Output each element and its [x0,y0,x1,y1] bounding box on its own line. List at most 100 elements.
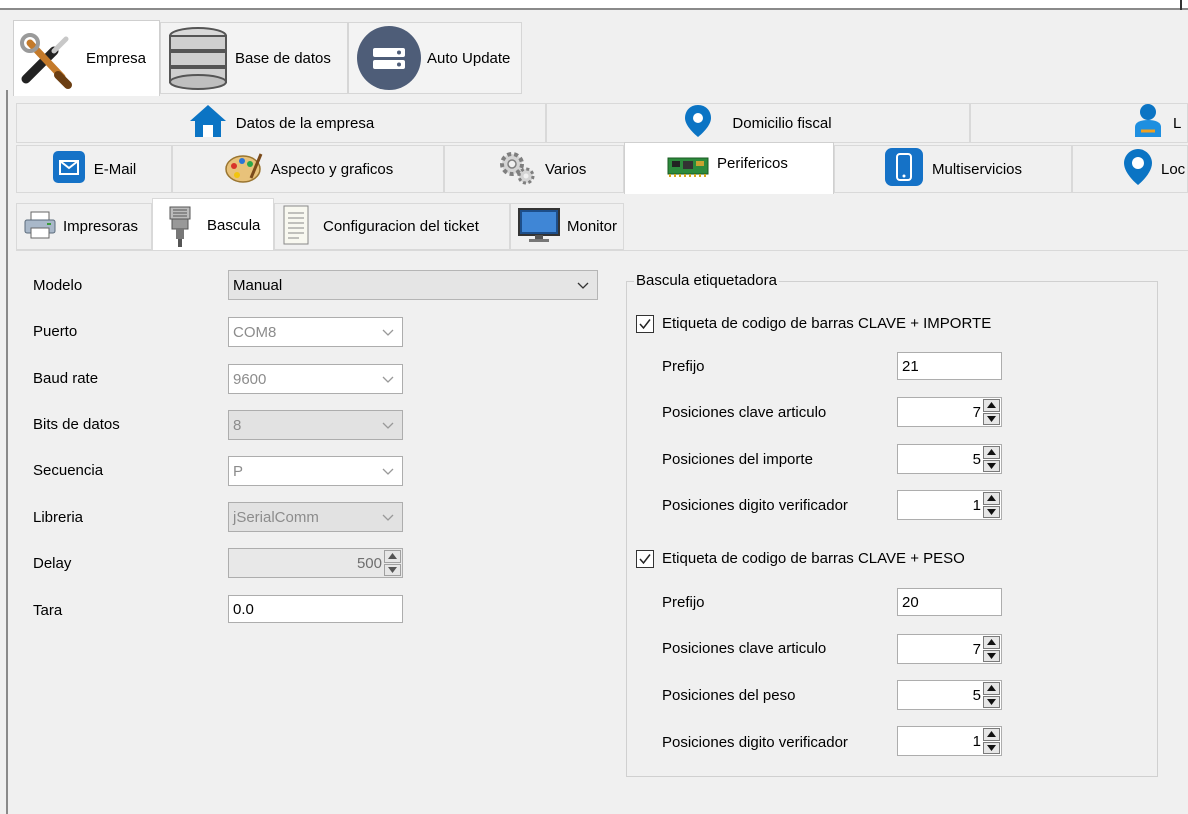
database-icon [167,26,229,90]
tab-base-de-datos[interactable]: Base de datos [160,22,348,94]
secuencia-select[interactable]: P [228,456,403,486]
importe-checkbox[interactable] [636,315,654,333]
tab-label: Impresoras [63,218,139,235]
clave-label: Posiciones clave articulo [662,404,827,421]
spin-up-button[interactable] [983,728,1000,741]
peso-positions-value: 5 [972,686,981,704]
tab-aspecto-y-graficos[interactable]: Aspecto y graficos [172,145,444,193]
puerto-label: Puerto [33,323,78,340]
spin-down-button[interactable] [983,412,1000,425]
verificador-value: 1 [972,732,981,750]
spin-up-button[interactable] [983,682,1000,695]
spin-down-button[interactable] [983,741,1000,754]
bits-de-datos-value: 8 [233,416,242,434]
prefijo-label: Prefijo [662,358,705,375]
modelo-select[interactable]: Manual [228,270,598,300]
delay-value: 500 [356,554,382,572]
spin-up-button[interactable] [983,399,1000,412]
libreria-select[interactable]: jSerialComm [228,502,403,532]
importe-prefijo-input[interactable]: 21 [897,352,1002,380]
check-icon [639,554,651,565]
prefijo-value: 20 [902,593,919,611]
tab-label: E-Mail [93,160,137,178]
tab-label: Base de datos [235,49,331,67]
tab-empresa[interactable]: Empresa [13,20,160,96]
spin-up-button[interactable] [983,492,1000,505]
clave-value: 7 [972,640,981,658]
importe-clave-spinner[interactable]: 7 [897,397,1002,427]
tab-label: Varios [545,160,587,178]
tab-label: Perifericos [717,155,788,172]
importe-positions-value: 5 [972,450,981,468]
tab-varios[interactable]: Varios [444,145,624,193]
tab-l[interactable]: L [970,103,1188,143]
peso-checkbox-label[interactable]: Etiqueta de codigo de barras CLAVE + PES… [662,550,965,567]
peso-prefijo-input[interactable]: 20 [897,588,1002,616]
tab-bascula[interactable]: Bascula [152,198,274,250]
peso-checkbox[interactable] [636,550,654,568]
baud-rate-select[interactable]: 9600 [228,364,403,394]
spin-down-button[interactable] [983,459,1000,472]
chevron-down-icon [577,282,589,289]
tab-auto-update[interactable]: Auto Update [348,22,522,94]
phone-icon [884,147,924,191]
verificador-label: Posiciones digito verificador [662,734,848,751]
peso-clave-spinner[interactable]: 7 [897,634,1002,664]
importe-verificador-spinner[interactable]: 1 [897,490,1002,520]
importe-checkbox-label[interactable]: Etiqueta de codigo de barras CLAVE + IMP… [662,315,991,332]
verificador-label: Posiciones digito verificador [662,497,848,514]
spin-up-button[interactable] [983,446,1000,459]
spin-up-button[interactable] [384,550,401,563]
printer-icon [23,210,57,244]
tab-domicilio-fiscal[interactable]: Domicilio fiscal [546,103,970,143]
mail-icon [52,150,86,188]
puerto-select[interactable]: COM8 [228,317,403,347]
peso-positions-spinner[interactable]: 5 [897,680,1002,710]
secuencia-value: P [233,462,244,480]
prefijo-label: Prefijo [662,594,705,611]
tab-label: Datos de la empresa [235,114,375,132]
tab-configuracion-del-ticket[interactable]: Configuracion del ticket [274,203,510,250]
tab-loc[interactable]: Loc [1072,145,1188,193]
palette-icon [223,148,263,190]
tab-multiservicios[interactable]: Multiservicios [834,145,1072,193]
home-icon [188,103,228,143]
tab-e-mail[interactable]: E-Mail [16,145,172,193]
tab-label: Bascula [207,217,261,234]
spin-down-button[interactable] [384,563,401,576]
puerto-value: COM8 [233,323,277,341]
tab-monitor[interactable]: Monitor [510,203,624,250]
tab-label: Loc [1161,160,1186,178]
libreria-label: Libreria [33,509,84,526]
peso-positions-label: Posiciones del peso [662,687,796,704]
delay-spinner[interactable]: 500 [228,548,403,578]
serial-connector-icon [167,205,193,251]
importe-positions-spinner[interactable]: 5 [897,444,1002,474]
peso-verificador-spinner[interactable]: 1 [897,726,1002,756]
tab-label: Domicilio fiscal [732,114,832,132]
chevron-down-icon [382,514,394,521]
tara-value: 0.0 [233,600,254,618]
tab-datos-de-la-empresa[interactable]: Datos de la empresa [16,103,546,143]
clave-label: Posiciones clave articulo [662,640,827,657]
clave-value: 7 [972,403,981,421]
map-pin-icon [684,104,712,142]
spin-down-button[interactable] [983,649,1000,662]
tab-impresoras[interactable]: Impresoras [16,203,152,250]
tab-perifericos[interactable]: Perifericos [624,142,834,194]
spin-down-button[interactable] [983,505,1000,518]
monitor-icon [517,207,561,247]
window-edge-mark [1180,0,1182,10]
spin-down-button[interactable] [983,695,1000,708]
bits-de-datos-select[interactable]: 8 [228,410,403,440]
window-left-edge [6,90,8,814]
chevron-down-icon [382,376,394,383]
receipt-icon [281,204,311,250]
secuencia-label: Secuencia [33,462,104,479]
check-icon [639,319,651,330]
window-top-edge [0,0,1188,10]
prefijo-value: 21 [902,357,919,375]
tara-input[interactable]: 0.0 [228,595,403,623]
spin-up-button[interactable] [983,636,1000,649]
tools-icon [18,29,78,89]
